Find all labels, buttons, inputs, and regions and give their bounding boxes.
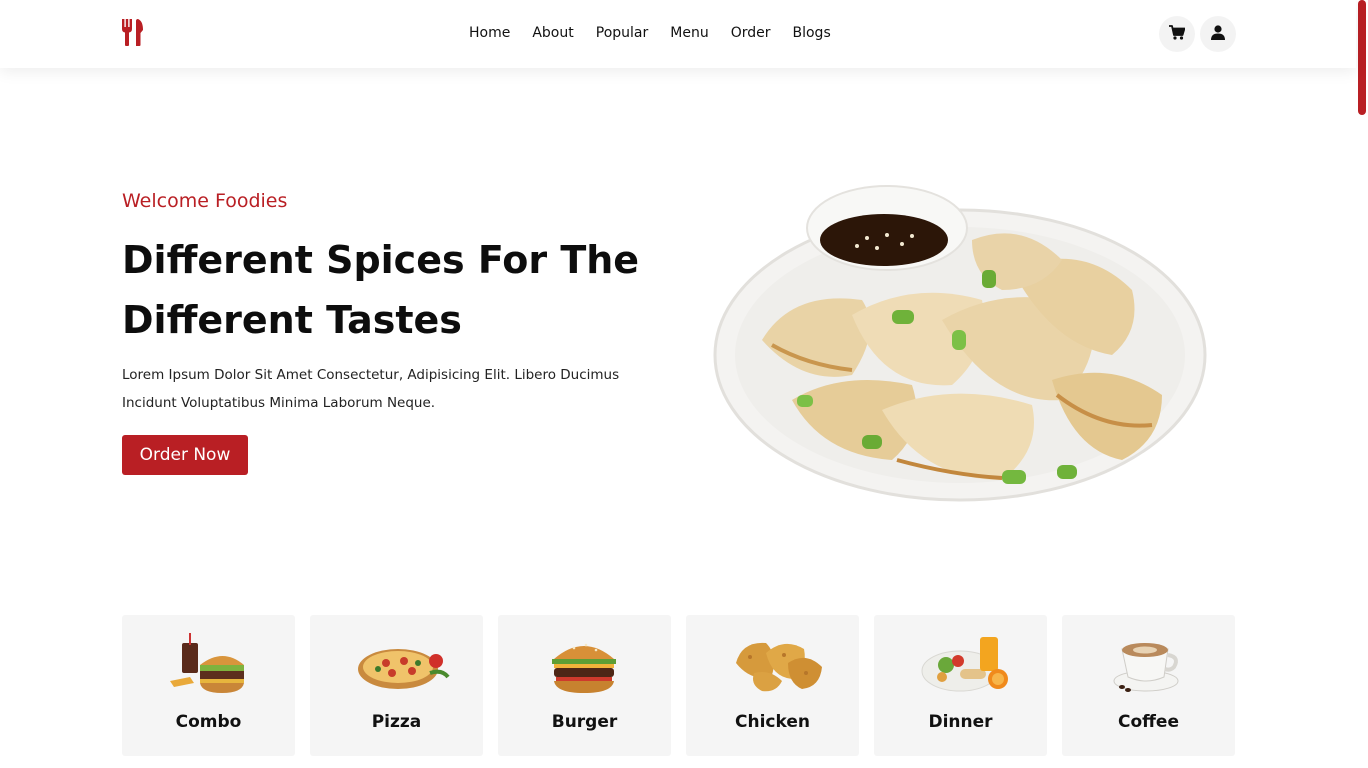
cart-icon (1169, 24, 1186, 44)
category-label: Burger (551, 712, 618, 732)
category-list: Combo Pizza Burger Chicken Dinner Coffee (122, 615, 1235, 756)
category-label: Pizza (371, 712, 422, 732)
nav-popular[interactable]: Popular (596, 25, 649, 41)
category-card-pizza[interactable]: Pizza (310, 615, 483, 756)
cart-button[interactable] (1159, 16, 1195, 52)
pizza-image (356, 633, 450, 695)
user-button[interactable] (1200, 16, 1236, 52)
nav-menu[interactable]: Menu (670, 25, 708, 41)
dinner-image (920, 633, 1008, 695)
hero-title-line1: Different Spices For The (122, 238, 640, 282)
nav-order[interactable]: Order (731, 25, 771, 41)
category-label: Coffee (1118, 712, 1179, 732)
user-icon (1211, 24, 1225, 44)
category-card-chicken[interactable]: Chicken (686, 615, 859, 756)
category-card-coffee[interactable]: Coffee (1062, 615, 1235, 756)
main-nav: Home About Popular Menu Order Blogs (469, 25, 831, 41)
category-label: Chicken (735, 712, 810, 732)
category-card-combo[interactable]: Combo (122, 615, 295, 756)
scrollbar-thumb[interactable] (1358, 0, 1366, 115)
category-label: Combo (175, 712, 242, 732)
hero-welcome: Welcome Foodies (122, 190, 288, 212)
nav-blogs[interactable]: Blogs (793, 25, 831, 41)
category-label: Dinner (928, 712, 993, 732)
hero-title-line2: Different Tastes (122, 298, 462, 342)
nav-home[interactable]: Home (469, 25, 510, 41)
combo-image (168, 633, 248, 695)
category-card-dinner[interactable]: Dinner (874, 615, 1047, 756)
dumplings-plate-image (712, 180, 1212, 510)
hero-title: Different Spices For The Different Taste… (122, 230, 682, 350)
fork-knife-icon[interactable] (122, 19, 144, 46)
hero-description: Lorem Ipsum Dolor Sit Amet Consectetur, … (122, 367, 620, 411)
nav-about[interactable]: About (532, 25, 573, 41)
burger-image (544, 633, 624, 695)
category-card-burger[interactable]: Burger (498, 615, 671, 756)
site-header: Home About Popular Menu Order Blogs (0, 0, 1356, 68)
chicken-image (732, 633, 822, 695)
coffee-image (1108, 633, 1188, 695)
page-scrollbar[interactable] (1356, 0, 1368, 768)
order-now-button[interactable]: Order Now (122, 435, 248, 475)
